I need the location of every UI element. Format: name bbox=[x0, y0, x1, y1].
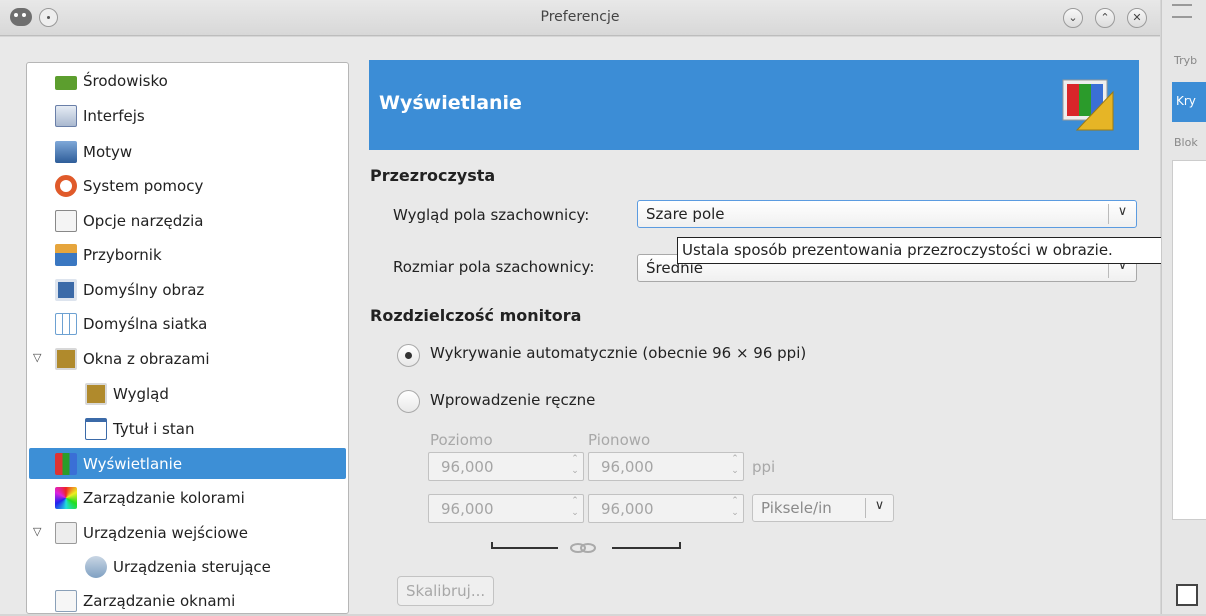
theme-icon bbox=[55, 140, 77, 163]
tree-item-domyslny-obraz[interactable]: Domyślny obraz bbox=[55, 274, 204, 305]
transparency-heading: Przezroczysta bbox=[370, 166, 496, 185]
tree-item-przybornik[interactable]: Przybornik bbox=[55, 239, 162, 270]
tree-item-okna-z-obrazami[interactable]: Okna z obrazami bbox=[55, 343, 210, 374]
color-management-icon bbox=[55, 486, 77, 509]
new-layer-icon[interactable] bbox=[1176, 584, 1198, 606]
tree-item-zarzadzanie-kolorami[interactable]: Zarządzanie kolorami bbox=[55, 482, 245, 513]
expand-arrow-icon[interactable]: ▽ bbox=[33, 525, 41, 538]
auto-detect-radio[interactable] bbox=[397, 344, 420, 367]
manual-label[interactable]: Wprowadzenie ręczne bbox=[430, 391, 595, 409]
display-icon bbox=[55, 452, 77, 475]
spin-arrows-icon[interactable]: ⌃ ⌄ bbox=[567, 453, 583, 480]
mode-label: Tryb bbox=[1174, 54, 1198, 67]
tree-item-opcje-narzedzia[interactable]: Opcje narzędzia bbox=[55, 205, 203, 236]
page-header: Wyświetlanie bbox=[369, 60, 1139, 150]
spin-arrows-icon[interactable]: ⌃ ⌄ bbox=[727, 453, 743, 480]
tree-item-interfejs[interactable]: Interfejs bbox=[55, 100, 145, 131]
page-title: Wyświetlanie bbox=[379, 92, 522, 114]
lifebuoy-icon bbox=[55, 174, 77, 197]
tree-item-urzadzenia-wejsciowe[interactable]: Urządzenia wejściowe bbox=[55, 517, 248, 548]
toolbox-icon bbox=[55, 243, 77, 266]
image-icon bbox=[55, 278, 77, 301]
expand-arrow-icon[interactable]: ▽ bbox=[33, 351, 41, 364]
controllers-icon bbox=[85, 555, 107, 578]
check-style-label: Wygląd pola szachownicy: bbox=[393, 206, 590, 224]
spin-arrows-icon[interactable]: ⌃ ⌄ bbox=[567, 495, 583, 522]
mode-select[interactable]: Kry bbox=[1172, 82, 1206, 122]
chevron-down-icon[interactable]: ∨ bbox=[865, 498, 893, 518]
layers-list[interactable] bbox=[1172, 160, 1206, 520]
unit-ppi-label: ppi bbox=[752, 458, 776, 476]
tree-item-wyglad[interactable]: Wygląd bbox=[85, 378, 169, 409]
check-style-value: Szare pole bbox=[646, 205, 725, 223]
window-titlebar: Preferencje ⌄ ⌃ ✕ bbox=[0, 0, 1160, 36]
tooltip: Ustala sposób prezentowania przezroczyst… bbox=[677, 237, 1199, 264]
menu-icon[interactable] bbox=[1172, 4, 1192, 18]
manual-radio[interactable] bbox=[397, 390, 420, 413]
chevron-down-icon[interactable]: ∨ bbox=[1108, 204, 1136, 224]
maximize-button[interactable]: ⌃ bbox=[1095, 8, 1115, 28]
interface-icon bbox=[55, 104, 77, 127]
tool-options-icon bbox=[55, 209, 77, 232]
resolution-x-input[interactable]: 96,000 ⌃ ⌄ bbox=[428, 452, 584, 481]
resolution-y2-input[interactable]: 96,000 ⌃ ⌄ bbox=[588, 494, 744, 523]
monitor-resolution-heading: Rozdzielczość monitora bbox=[370, 306, 582, 325]
minimize-button[interactable]: ⌄ bbox=[1063, 8, 1083, 28]
tree-item-urzadzenia-sterujace[interactable]: Urządzenia sterujące bbox=[85, 551, 271, 582]
window-title: Preferencje bbox=[540, 9, 620, 25]
tree-item-srodowisko[interactable]: Środowisko bbox=[55, 65, 168, 96]
memory-chip-icon bbox=[55, 75, 77, 90]
resolution-x2-input[interactable]: 96,000 ⌃ ⌄ bbox=[428, 494, 584, 523]
chain-link-icon[interactable] bbox=[490, 540, 685, 554]
display-icon bbox=[1062, 79, 1114, 131]
spin-arrows-icon[interactable]: ⌃ ⌄ bbox=[727, 495, 743, 522]
grid-icon bbox=[55, 312, 77, 335]
image-windows-icon bbox=[55, 347, 77, 370]
vertical-label: Pionowo bbox=[588, 431, 651, 449]
tree-item-domyslna-siatka[interactable]: Domyślna siatka bbox=[55, 308, 207, 339]
resolution-y-input[interactable]: 96,000 ⌃ ⌄ bbox=[588, 452, 744, 481]
docked-panel: Tryb Kry Blok bbox=[1161, 0, 1206, 614]
tree-item-tytul-i-stan[interactable]: Tytuł i stan bbox=[85, 413, 194, 444]
horizontal-label: Poziomo bbox=[430, 431, 493, 449]
preferences-tree[interactable]: Środowisko Interfejs Motyw System pomocy… bbox=[26, 62, 349, 614]
window-management-icon bbox=[55, 589, 77, 612]
appearance-icon bbox=[85, 382, 107, 405]
input-devices-icon bbox=[55, 521, 77, 544]
tree-item-wyswietlanie[interactable]: Wyświetlanie bbox=[29, 448, 346, 479]
tree-item-motyw[interactable]: Motyw bbox=[55, 136, 132, 167]
check-style-select[interactable]: Szare pole ∨ bbox=[637, 200, 1137, 228]
unit-select[interactable]: Piksele/in ∨ bbox=[752, 494, 894, 522]
close-button[interactable]: ✕ bbox=[1127, 8, 1147, 28]
title-status-icon bbox=[85, 417, 107, 440]
auto-detect-label[interactable]: Wykrywanie automatycznie (obecnie 96 × 9… bbox=[430, 344, 806, 362]
check-size-label: Rozmiar pola szachownicy: bbox=[393, 258, 595, 276]
calibrate-button[interactable]: Skalibruj... bbox=[397, 576, 495, 606]
tree-item-zarzadzanie-oknami[interactable]: Zarządzanie oknami bbox=[55, 585, 235, 616]
tree-item-system-pomocy[interactable]: System pomocy bbox=[55, 170, 203, 201]
lock-label: Blok bbox=[1174, 136, 1198, 149]
